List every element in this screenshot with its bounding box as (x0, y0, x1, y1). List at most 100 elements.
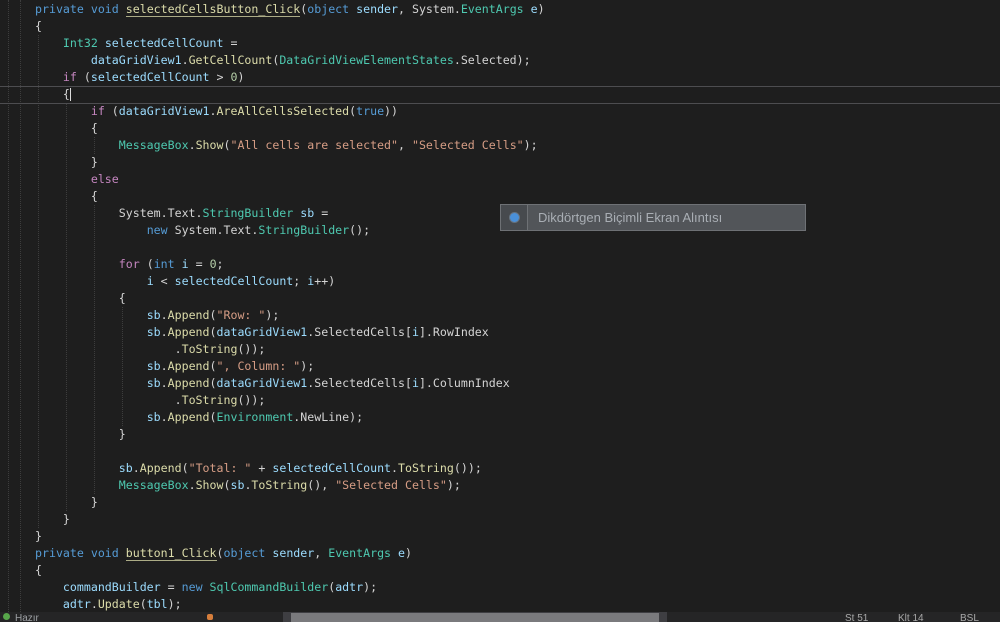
code-token: StringBuilder (202, 206, 294, 220)
scrollbar-thumb[interactable] (291, 613, 659, 622)
code-token: dataGridView1 (90, 53, 182, 67)
code-line[interactable]: if (dataGridView1.AreAllCellsSelected(tr… (35, 103, 545, 120)
code-line[interactable]: { (35, 290, 545, 307)
code-line[interactable]: { (35, 562, 545, 579)
code-token: selectedCellCount (272, 461, 392, 475)
code-token: Append (167, 359, 210, 373)
code-token: button1_Click (125, 546, 217, 561)
code-line[interactable]: MessageBox.Show(sb.ToString(), "Selected… (35, 477, 545, 494)
code-token: ( (209, 308, 217, 322)
code-line[interactable]: else (35, 171, 545, 188)
indent-guide (20, 0, 21, 612)
code-line[interactable]: private void selectedCellsButton_Click(o… (35, 1, 545, 18)
code-token: sb (118, 461, 133, 475)
code-line[interactable]: { (35, 120, 545, 137)
code-token: selectedCellsButton_Click (125, 2, 301, 17)
code-line[interactable]: adtr.Update(tbl); (35, 596, 545, 612)
code-token: + (251, 461, 273, 475)
code-token: selectedCellCount (104, 36, 224, 50)
code-token: = (160, 580, 182, 594)
code-line[interactable]: } (35, 528, 545, 545)
code-token: ); (523, 138, 538, 152)
code-line[interactable]: private void button1_Click(object sender… (35, 545, 545, 562)
code-token: .Selected); (453, 53, 531, 67)
code-line[interactable]: new System.Text.StringBuilder(); (35, 222, 545, 239)
code-token: AreAllCellsSelected (216, 104, 350, 118)
code-token: if (62, 70, 77, 84)
code-editor[interactable]: private void selectedCellsButton_Click (o… (0, 0, 1000, 612)
code-token: i (411, 376, 419, 390)
code-token: sb (146, 359, 161, 373)
code-line[interactable]: } (35, 511, 545, 528)
code-line[interactable]: { (35, 188, 545, 205)
code-token: { (35, 189, 98, 203)
code-token: .SelectedCells[ (307, 376, 412, 390)
code-token: . (160, 308, 168, 322)
code-token: else (90, 172, 119, 186)
code-token: . (209, 104, 217, 118)
code-line[interactable]: { (35, 86, 545, 103)
code-line[interactable]: } (35, 154, 545, 171)
horizontal-scrollbar[interactable] (283, 612, 667, 622)
code-token: GetCellCount (188, 53, 273, 67)
code-line[interactable]: System.Text.StringBuilder sb = (35, 205, 545, 222)
status-circle-icon (3, 613, 10, 620)
status-insert-mode: BSL (960, 613, 979, 622)
code-line[interactable]: } (35, 426, 545, 443)
code-token: ( (76, 70, 91, 84)
code-token: . (160, 410, 168, 424)
code-line[interactable]: .ToString()); (35, 341, 545, 358)
code-token: if (90, 104, 105, 118)
code-line[interactable]: { (35, 18, 545, 35)
code-token: (); (349, 223, 371, 237)
code-token: ( (209, 410, 217, 424)
code-line[interactable] (35, 239, 545, 256)
code-line[interactable]: if (selectedCellCount > 0) (35, 69, 545, 86)
code-token: = (223, 36, 238, 50)
code-token: "Selected Cells" (411, 138, 524, 152)
code-token: private void (35, 2, 126, 16)
code-line[interactable]: sb.Append(Environment.NewLine); (35, 409, 545, 426)
notification-icon[interactable] (207, 614, 213, 620)
code-line[interactable] (35, 443, 545, 460)
code-token: )) (384, 104, 399, 118)
code-line[interactable]: i < selectedCellCount; i++) (35, 273, 545, 290)
code-token: = (314, 206, 329, 220)
code-line[interactable]: Int32 selectedCellCount = (35, 35, 545, 52)
code-token: . (188, 478, 196, 492)
code-token: ()); (453, 461, 482, 475)
code-token: true (356, 104, 385, 118)
code-line[interactable]: sb.Append("Total: " + selectedCellCount.… (35, 460, 545, 477)
code-token: e (398, 546, 406, 560)
code-token: . (160, 376, 168, 390)
code-token: sb (146, 376, 161, 390)
code-token: sb (230, 478, 245, 492)
code-token: for (118, 257, 140, 271)
code-line[interactable]: } (35, 494, 545, 511)
code-line[interactable]: dataGridView1.GetCellCount(DataGridViewE… (35, 52, 545, 69)
code-text[interactable]: private void selectedCellsButton_Click (o… (35, 1, 545, 612)
code-line[interactable]: sb.Append("Row: "); (35, 307, 545, 324)
code-line[interactable]: sb.Append(dataGridView1.SelectedCells[i]… (35, 375, 545, 392)
code-token: dataGridView1 (118, 104, 210, 118)
code-token: DataGridViewElementStates (279, 53, 454, 67)
code-token: Environment (216, 410, 294, 424)
code-token: ( (209, 376, 217, 390)
code-line[interactable]: for (int i = 0; (35, 256, 545, 273)
code-token: 0 (209, 257, 217, 271)
code-line[interactable]: sb.Append(dataGridView1.SelectedCells[i]… (35, 324, 545, 341)
code-line[interactable]: sb.Append(", Column: "); (35, 358, 545, 375)
code-line[interactable]: .ToString()); (35, 392, 545, 409)
code-token: Append (167, 325, 210, 339)
code-token: int (153, 257, 175, 271)
code-line[interactable]: commandBuilder = new SqlCommandBuilder(a… (35, 579, 545, 596)
code-token: i (146, 274, 154, 288)
code-line[interactable]: MessageBox.Show("All cells are selected"… (35, 137, 545, 154)
